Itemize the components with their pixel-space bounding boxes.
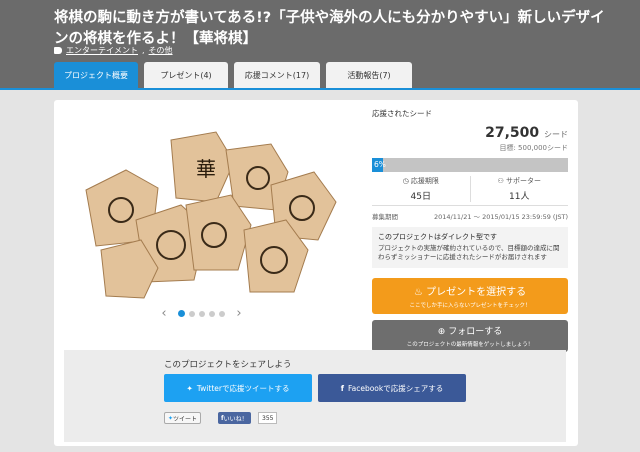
tab-presents[interactable]: プレゼント(4) xyxy=(144,62,228,88)
tab-comments[interactable]: 応援コメント(17) xyxy=(234,62,320,88)
facebook-f-icon: f xyxy=(340,383,344,393)
category-link-other[interactable]: その他 xyxy=(149,45,173,56)
follow-button-sub: このプロジェクトの最新情報をゲットしましょう！ xyxy=(406,342,534,348)
header-accent-line xyxy=(0,88,640,90)
stat-remaining: ◷ 応援期限 45日 xyxy=(372,176,471,202)
tag-icon xyxy=(54,47,62,54)
period-label: 募集期間 xyxy=(372,213,398,221)
carousel-prev-icon[interactable]: ‹ xyxy=(154,306,174,321)
facebook-share-button[interactable]: f Facebookで応援シェアする xyxy=(318,374,466,402)
carousel-dot[interactable] xyxy=(209,310,215,317)
progress-percent: 6% xyxy=(374,160,386,169)
present-button-sub: ここでしか手に入らないプレゼントをチェック！ xyxy=(409,303,531,309)
stat-supporters-label: ⚇ サポーター xyxy=(497,177,541,185)
funding-amount-unit: シード xyxy=(544,130,568,139)
stat-supporters-value: 11人 xyxy=(509,192,530,202)
category-list: エンターテイメント , その他 xyxy=(54,45,173,56)
share-section: このプロジェクトをシェアしよう ✦ Twitterで応援ツイートする f Fac… xyxy=(64,350,566,442)
twitter-share-label: Twitterで応援ツイートする xyxy=(196,383,290,393)
share-title: このプロジェクトをシェアしよう xyxy=(164,360,292,370)
shogi-pieces-photo: 華 xyxy=(85,131,337,299)
funding-period: 募集期間 2014/11/21 ～ 2015/01/15 23:59:59 (J… xyxy=(372,211,568,221)
funding-amount: 27,500 シード xyxy=(372,125,568,141)
select-present-button[interactable]: ♨ プレゼントを選択する ここでしか手に入らないプレゼントをチェック！ xyxy=(372,278,568,314)
category-link-entertainment[interactable]: エンターテイメント xyxy=(66,45,138,56)
note-body: プロジェクトの実施が確約されているので、目標額の達成に関わらずミッショナーに応援… xyxy=(378,244,560,261)
stat-remaining-label: ◷ 応援期限 xyxy=(402,177,439,185)
project-header: 将棋の駒に動き方が書いてある!?「子供や海外の人にも分かりやすい」新しいデザイン… xyxy=(0,0,640,88)
like-button[interactable]: f いいね！ xyxy=(218,412,251,424)
funding-target: 目標: 500,000シード xyxy=(499,144,568,152)
funding-progress-bar: 6% xyxy=(372,158,568,172)
carousel-dot[interactable] xyxy=(199,310,205,317)
carousel-dot[interactable] xyxy=(189,310,195,317)
piece-character: 華 xyxy=(196,157,216,181)
direct-type-note: このプロジェクトはダイレクト型です プロジェクトの実施が確約されているので、目標… xyxy=(372,227,568,268)
tweet-button[interactable]: ✦ ツイート xyxy=(164,412,202,424)
present-button-label: ♨ プレゼントを選択する xyxy=(413,287,527,298)
tab-overview[interactable]: プロジェクト概要 xyxy=(54,62,138,88)
follow-button[interactable]: ⊕ フォローする このプロジェクトの最新情報をゲットしましょう！ xyxy=(372,320,568,352)
stat-supporters: ⚇ サポーター 11人 xyxy=(471,176,569,202)
stat-remaining-value: 45日 xyxy=(410,192,431,202)
tab-reports[interactable]: 活動報告(7) xyxy=(326,62,412,88)
facebook-share-label: Facebookで応援シェアする xyxy=(348,383,444,393)
funding-label: 応援されたシード xyxy=(372,109,432,118)
funding-panel: 応援されたシード 27,500 シード 目標: 500,000シード 6% ◷ … xyxy=(372,108,568,352)
carousel-dot[interactable] xyxy=(219,310,225,317)
category-separator: , xyxy=(142,46,145,55)
note-title: このプロジェクトはダイレクト型です xyxy=(378,233,497,241)
twitter-bird-icon: ✦ xyxy=(186,383,193,393)
carousel-next-icon[interactable]: › xyxy=(229,306,249,321)
twitter-share-button[interactable]: ✦ Twitterで応援ツイートする xyxy=(164,374,312,402)
carousel-dot[interactable] xyxy=(178,310,185,317)
follow-button-label: ⊕ フォローする xyxy=(437,327,503,337)
project-card: 華 ‹ › 応援されたシード 27,500 シード 目標: 500,000シード… xyxy=(54,100,578,446)
photo-carousel: ‹ › xyxy=(154,306,249,321)
funding-stats: ◷ 応援期限 45日 ⚇ サポーター 11人 xyxy=(372,176,568,206)
like-count: 355 xyxy=(258,412,278,424)
page-title: 将棋の駒に動き方が書いてある!?「子供や海外の人にも分かりやすい」新しいデザイン… xyxy=(54,10,605,47)
tab-bar: プロジェクト概要 プレゼント(4) 応援コメント(17) 活動報告(7) xyxy=(54,62,412,88)
period-value: 2014/11/21 ～ 2015/01/15 23:59:59 (JST) xyxy=(434,213,568,221)
funding-amount-value: 27,500 xyxy=(485,125,540,141)
